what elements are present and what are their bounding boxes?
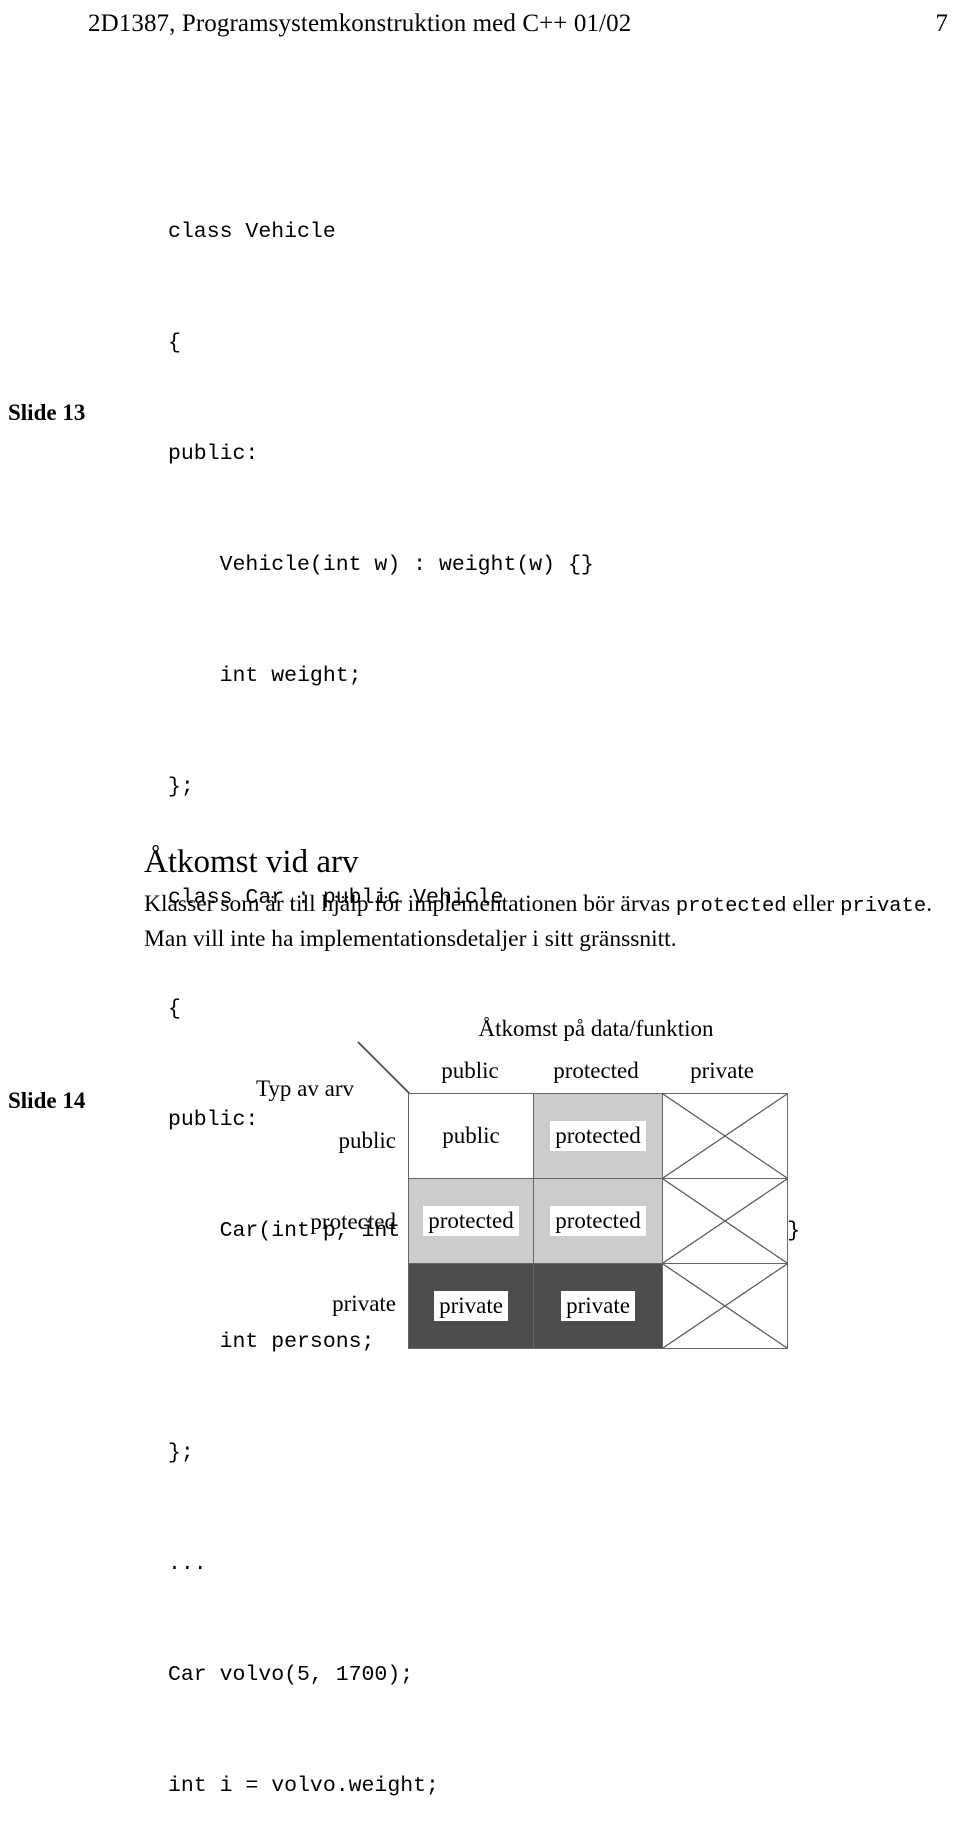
cell-label: protected xyxy=(550,1206,646,1236)
code-line: int weight; xyxy=(168,664,362,688)
code-line: ... xyxy=(168,1552,207,1576)
table-row-header-protected: protected xyxy=(310,1209,396,1234)
table-cell: private xyxy=(408,1263,534,1349)
code-line: }; xyxy=(168,775,194,799)
cell-label: protected xyxy=(550,1121,646,1151)
cell-label: protected xyxy=(423,1206,519,1236)
table-row-header-private: private xyxy=(332,1291,396,1316)
section-heading: Åtkomst vid arv xyxy=(144,844,359,880)
code-line: public: xyxy=(168,442,259,466)
table-cell-crossed-out xyxy=(662,1263,788,1349)
table-cell: protected xyxy=(533,1178,663,1264)
table-cell: public xyxy=(408,1093,534,1179)
table-column-header-public: public xyxy=(441,1058,499,1083)
cross-out-icon xyxy=(663,1094,787,1178)
table-column-header-private: private xyxy=(690,1058,754,1083)
table-row-header-public: public xyxy=(338,1128,397,1153)
table-row: public protected xyxy=(408,1093,788,1179)
table-row: protected protected xyxy=(408,1178,788,1264)
keyword-protected: protected xyxy=(675,895,787,918)
table-cell: protected xyxy=(533,1093,663,1179)
cross-out-icon xyxy=(663,1264,787,1348)
code-listing-vehicle-car: class Vehicle { public: Vehicle(int w) :… xyxy=(168,140,800,1842)
code-line: int i = volvo.weight; xyxy=(168,1774,439,1798)
code-line: Vehicle(int w) : weight(w) {} xyxy=(168,553,594,577)
table-column-axis-title: Åtkomst på data/funktion xyxy=(478,1016,714,1041)
section-body-text: Klasser som är till hjälp för implementa… xyxy=(144,888,934,956)
cross-out-icon xyxy=(663,1179,787,1263)
table-cell-crossed-out xyxy=(662,1093,788,1179)
body-text-part-2: eller xyxy=(786,891,841,917)
code-line: Car volvo(5, 1700); xyxy=(168,1663,414,1687)
access-inheritance-table: Åtkomst på data/funktion public protecte… xyxy=(0,1016,960,1352)
table-row-axis-title: Typ av arv xyxy=(255,1076,354,1101)
page-number: 7 xyxy=(935,10,948,37)
cell-label: private xyxy=(434,1291,508,1321)
table-corner-diagonal-line xyxy=(357,1041,411,1095)
cell-label: private xyxy=(561,1291,635,1321)
access-matrix-grid: public protected protected protected pri… xyxy=(408,1093,788,1349)
table-row: private private xyxy=(408,1263,788,1349)
atkomst-vid-arv-section: Åtkomst vid arv Klasser som är till hjäl… xyxy=(144,842,934,956)
slide-13-label: Slide 13 xyxy=(8,400,86,425)
body-text-part-1: Klasser som är till hjälp för implementa… xyxy=(144,891,676,917)
table-cell: protected xyxy=(408,1178,534,1264)
table-cell: private xyxy=(533,1263,663,1349)
table-column-header-protected: protected xyxy=(553,1058,639,1083)
code-line: }; xyxy=(168,1441,194,1465)
table-cell-crossed-out xyxy=(662,1178,788,1264)
page-header: 2D1387, Programsystemkonstruktion med C+… xyxy=(88,10,948,38)
document-title: 2D1387, Programsystemkonstruktion med C+… xyxy=(88,10,632,37)
code-line: { xyxy=(168,331,181,355)
cell-label: public xyxy=(437,1121,505,1151)
code-line: class Vehicle xyxy=(168,220,336,244)
keyword-private: private xyxy=(840,895,927,918)
